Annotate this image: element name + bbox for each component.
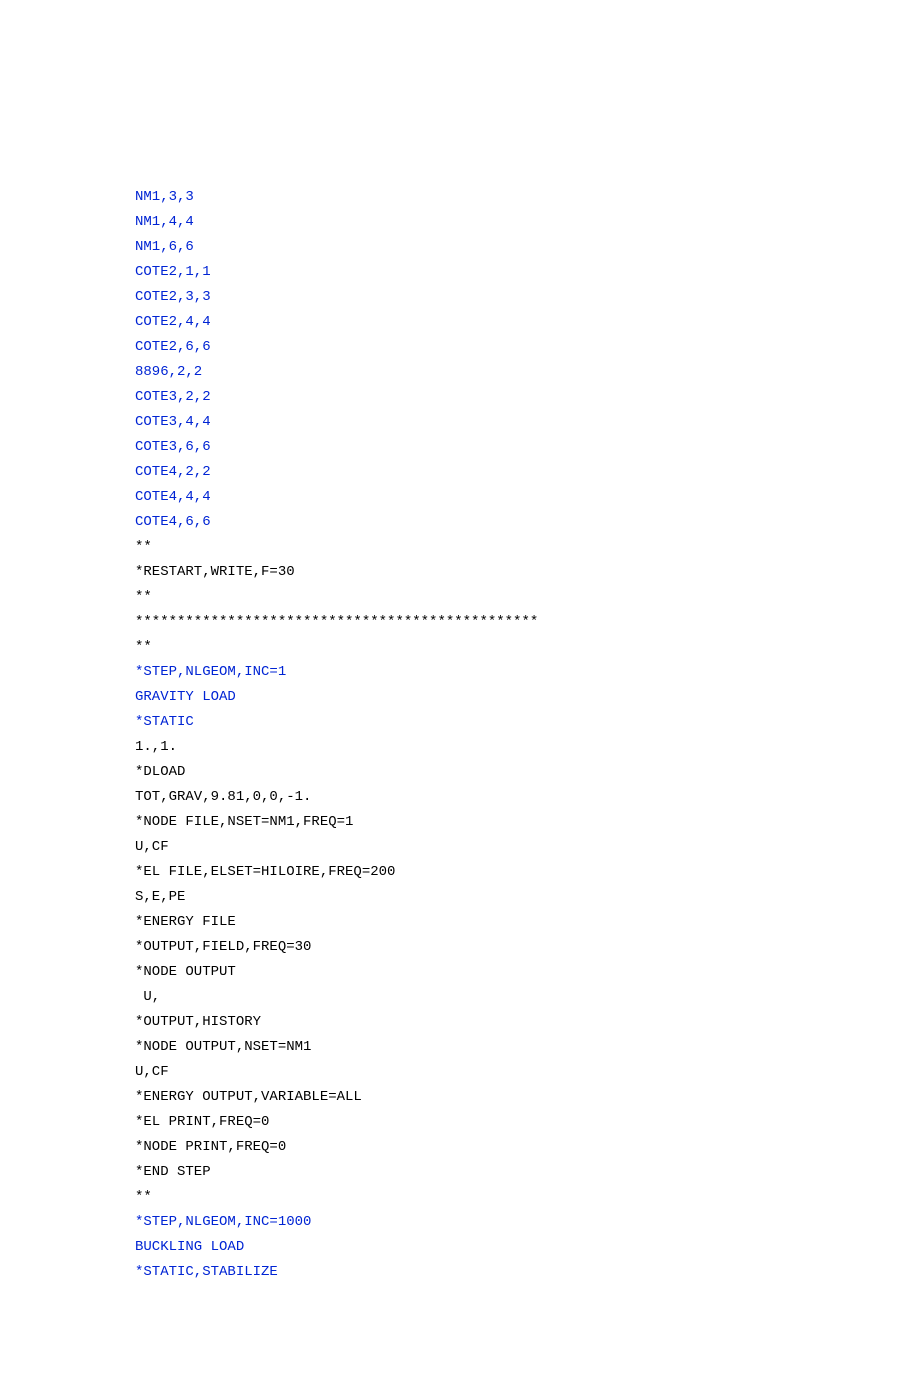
code-line: ** [135, 535, 920, 560]
code-line: U, [135, 985, 920, 1010]
code-line: *EL FILE,ELSET=HILOIRE,FREQ=200 [135, 860, 920, 885]
code-line: *END STEP [135, 1160, 920, 1185]
code-line: *OUTPUT,FIELD,FREQ=30 [135, 935, 920, 960]
code-line: *STATIC,STABILIZE [135, 1260, 920, 1285]
code-line: ****************************************… [135, 610, 920, 635]
code-line: NM1,6,6 [135, 235, 920, 260]
code-line: *NODE OUTPUT,NSET=NM1 [135, 1035, 920, 1060]
code-listing: NM1,3,3NM1,4,4NM1,6,6COTE2,1,1COTE2,3,3C… [135, 185, 920, 1285]
code-line: NM1,3,3 [135, 185, 920, 210]
code-line: COTE4,6,6 [135, 510, 920, 535]
code-line: U,CF [135, 1060, 920, 1085]
code-line: *NODE OUTPUT [135, 960, 920, 985]
code-line: NM1,4,4 [135, 210, 920, 235]
code-line: COTE4,2,2 [135, 460, 920, 485]
code-line: *NODE PRINT,FREQ=0 [135, 1135, 920, 1160]
code-line: GRAVITY LOAD [135, 685, 920, 710]
code-line: *ENERGY FILE [135, 910, 920, 935]
code-line: S,E,PE [135, 885, 920, 910]
code-line: COTE3,4,4 [135, 410, 920, 435]
code-line: COTE3,2,2 [135, 385, 920, 410]
code-line: COTE3,6,6 [135, 435, 920, 460]
code-line: *STEP,NLGEOM,INC=1000 [135, 1210, 920, 1235]
code-line: *OUTPUT,HISTORY [135, 1010, 920, 1035]
code-line: COTE2,1,1 [135, 260, 920, 285]
code-line: U,CF [135, 835, 920, 860]
code-line: ** [135, 1185, 920, 1210]
code-line: *NODE FILE,NSET=NM1,FREQ=1 [135, 810, 920, 835]
code-line: COTE2,4,4 [135, 310, 920, 335]
code-line: *STEP,NLGEOM,INC=1 [135, 660, 920, 685]
code-line: COTE2,6,6 [135, 335, 920, 360]
code-line: COTE2,3,3 [135, 285, 920, 310]
code-line: TOT,GRAV,9.81,0,0,-1. [135, 785, 920, 810]
code-line: ** [135, 635, 920, 660]
code-line: *EL PRINT,FREQ=0 [135, 1110, 920, 1135]
code-line: *STATIC [135, 710, 920, 735]
code-line: BUCKLING LOAD [135, 1235, 920, 1260]
code-line: 1.,1. [135, 735, 920, 760]
code-line: *ENERGY OUTPUT,VARIABLE=ALL [135, 1085, 920, 1110]
code-line: COTE4,4,4 [135, 485, 920, 510]
code-line: 8896,2,2 [135, 360, 920, 385]
code-line: *RESTART,WRITE,F=30 [135, 560, 920, 585]
code-line: ** [135, 585, 920, 610]
code-line: *DLOAD [135, 760, 920, 785]
